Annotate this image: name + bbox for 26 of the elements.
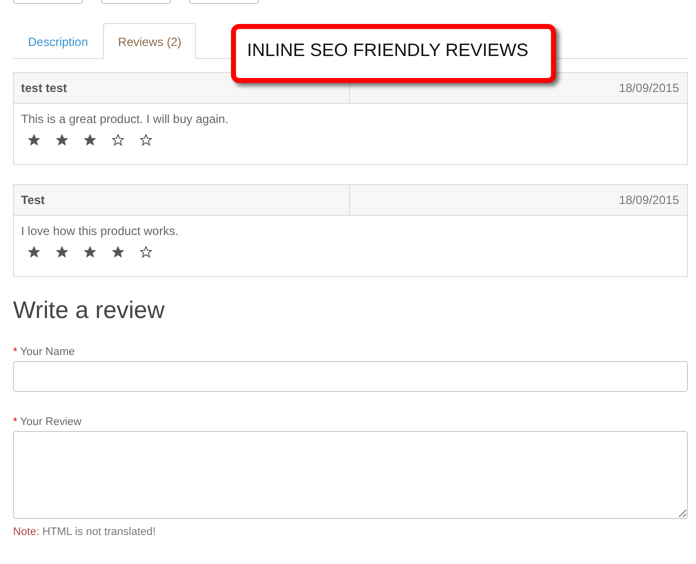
filled-star-icon bbox=[28, 134, 40, 146]
filled-star-icon bbox=[56, 246, 68, 258]
empty-star-icon bbox=[140, 246, 152, 258]
review-text: I love how this product works. bbox=[20, 223, 180, 238]
field-label: Your Review bbox=[20, 416, 82, 428]
review-date: 18/09/2015 bbox=[618, 192, 680, 209]
callout-text: INLINE SEO FRIENDLY REVIEWS bbox=[247, 39, 528, 61]
review-text: This is a great product. I will buy again. bbox=[20, 111, 230, 126]
tab[interactable]: Description bbox=[13, 23, 104, 59]
filled-star-icon bbox=[28, 246, 40, 258]
required-mark: * bbox=[13, 416, 18, 428]
form-note: Note: HTML is not translated! bbox=[13, 526, 157, 538]
filled-star-icon bbox=[84, 134, 96, 146]
filled-star-icon bbox=[112, 246, 124, 258]
filled-star-icon bbox=[84, 246, 96, 258]
review-author: Test bbox=[14, 185, 350, 215]
input-field[interactable] bbox=[13, 361, 688, 392]
field-label: Your Name bbox=[20, 346, 75, 358]
filled-star-icon bbox=[56, 134, 68, 146]
empty-star-icon bbox=[140, 134, 152, 146]
required-mark: * bbox=[13, 346, 18, 358]
tab[interactable]: Reviews (2) bbox=[103, 23, 196, 59]
review-date: 18/09/2015 bbox=[618, 80, 680, 97]
empty-star-icon bbox=[112, 134, 124, 146]
section-heading: Write a review bbox=[13, 296, 166, 326]
text-area[interactable] bbox=[13, 431, 688, 519]
